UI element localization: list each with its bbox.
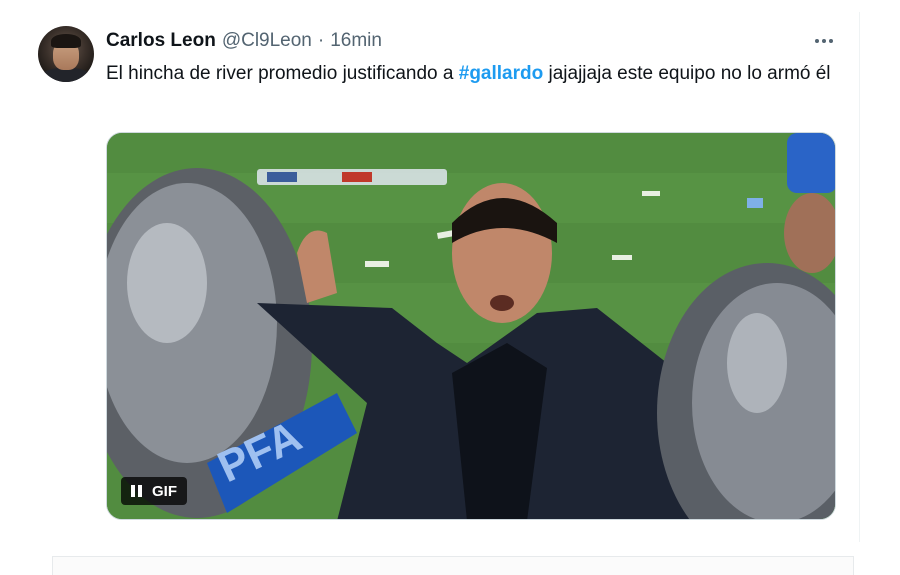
separator-dot: · xyxy=(317,30,325,51)
next-tweet-card xyxy=(52,556,854,575)
gif-badge: GIF xyxy=(152,482,177,500)
tweet-text-after: jajajjaja este equipo no lo armó él xyxy=(543,63,831,84)
tweet-text: El hincha de river promedio justificando… xyxy=(106,60,846,87)
avatar-shirt xyxy=(42,68,90,82)
timestamp[interactable]: 16min xyxy=(330,30,382,52)
tweet-header: Carlos Leon @Cl9Leon · 16min xyxy=(106,30,382,52)
pause-icon[interactable] xyxy=(131,485,142,497)
more-icon[interactable] xyxy=(810,30,838,52)
avatar-hair xyxy=(51,34,81,48)
tweet-text-before: El hincha de river promedio justificando… xyxy=(106,63,459,84)
author-name[interactable]: Carlos Leon xyxy=(106,30,216,52)
hashtag-link[interactable]: #gallardo xyxy=(459,63,543,84)
author-handle[interactable]: @Cl9Leon xyxy=(222,30,312,52)
gif-media[interactable]: PFA GIF xyxy=(106,132,836,520)
tweet-card[interactable]: Carlos Leon @Cl9Leon · 16min El hincha d… xyxy=(20,12,860,542)
avatar[interactable] xyxy=(38,26,94,82)
page: Carlos Leon @Cl9Leon · 16min El hincha d… xyxy=(0,0,900,575)
gif-controls: GIF xyxy=(121,477,187,505)
gif-frame: PFA xyxy=(107,133,835,519)
